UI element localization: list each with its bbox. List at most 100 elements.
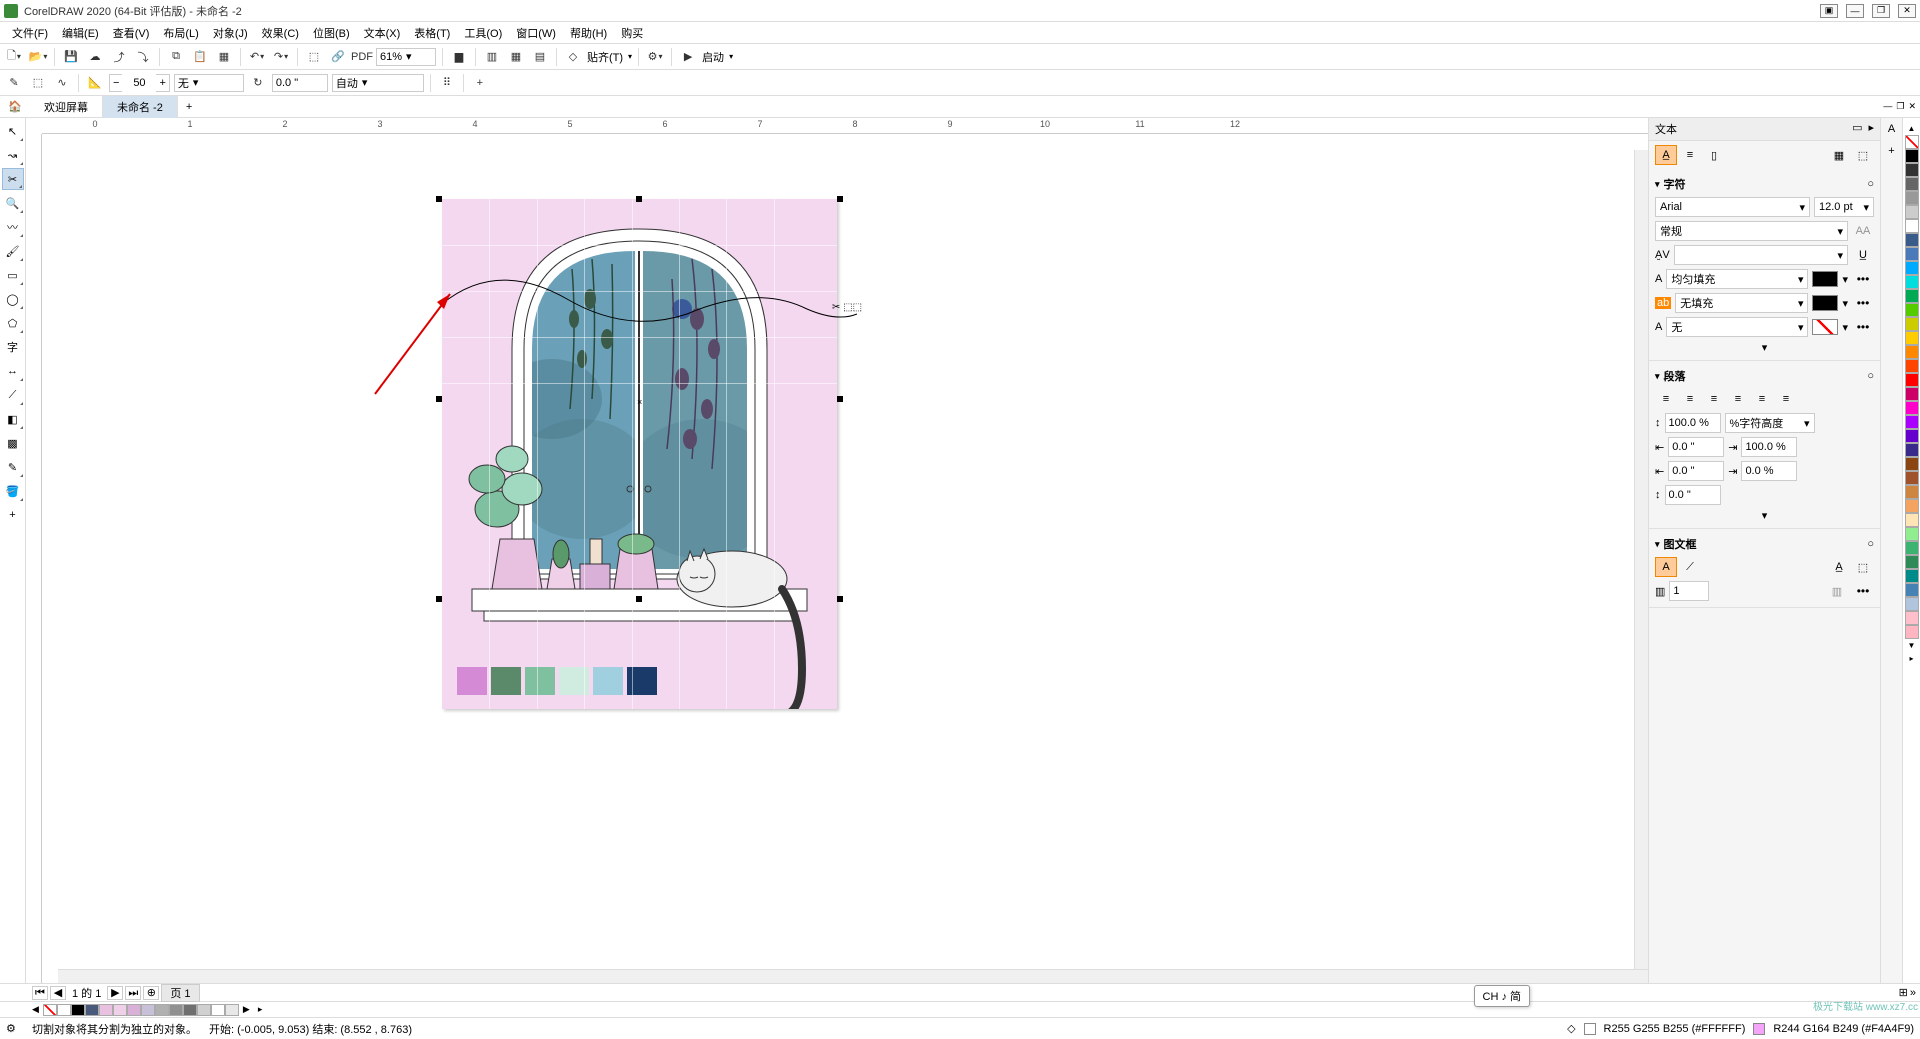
text-tool[interactable]: 字 bbox=[2, 336, 24, 358]
fill-tool[interactable]: 🪣 bbox=[2, 480, 24, 502]
palette-scroll-down[interactable]: ▼ bbox=[1908, 639, 1916, 652]
columns-more-button[interactable]: ••• bbox=[1852, 584, 1874, 598]
ruler-vertical[interactable] bbox=[26, 134, 42, 983]
indent-right-input[interactable] bbox=[1668, 461, 1724, 481]
tabs-max-icon[interactable]: ❐ bbox=[1896, 101, 1904, 112]
page-artwork[interactable] bbox=[442, 199, 837, 709]
nav-last[interactable]: ⏭ bbox=[125, 986, 141, 1000]
fill-color-chip[interactable] bbox=[1812, 271, 1838, 287]
home-icon[interactable]: 🏠 bbox=[0, 100, 30, 113]
doc-pal-left[interactable]: ◀ bbox=[28, 1004, 43, 1015]
color-swatch[interactable] bbox=[1905, 331, 1919, 345]
launch-icon[interactable]: ▶ bbox=[678, 47, 698, 67]
align-center-icon[interactable]: ≡ bbox=[1703, 389, 1725, 409]
outline-more-button[interactable]: ••• bbox=[1852, 320, 1874, 334]
frame-panel-icon[interactable]: ▯ bbox=[1703, 145, 1725, 165]
strip-text-icon[interactable]: A bbox=[1883, 120, 1901, 138]
indent-left-input[interactable] bbox=[1668, 437, 1724, 457]
doc-swatch[interactable] bbox=[225, 1004, 239, 1016]
handle-sw[interactable] bbox=[436, 596, 442, 602]
scrollbar-horizontal[interactable] bbox=[58, 969, 1648, 983]
color-swatch[interactable] bbox=[1905, 415, 1919, 429]
grid-button[interactable]: ▦ bbox=[506, 47, 526, 67]
tabs-close-icon[interactable]: ✕ bbox=[1908, 101, 1916, 112]
color-swatch[interactable] bbox=[1905, 569, 1919, 583]
color-swatch[interactable] bbox=[1905, 499, 1919, 513]
handle-e[interactable] bbox=[837, 396, 843, 402]
doc-swatch[interactable] bbox=[57, 1004, 71, 1016]
redo-button[interactable]: ↷▾ bbox=[271, 47, 291, 67]
color-swatch[interactable] bbox=[1905, 611, 1919, 625]
no-color-swatch[interactable] bbox=[1905, 135, 1919, 149]
doc-pal-menu[interactable]: ▸ bbox=[254, 1004, 267, 1015]
bezier-mode-icon[interactable]: ∿ bbox=[52, 73, 72, 93]
color-swatch[interactable] bbox=[1905, 401, 1919, 415]
zoom-combo[interactable]: 61%▾ bbox=[376, 48, 436, 66]
scrollbar-vertical[interactable] bbox=[1634, 150, 1648, 969]
shape-tool[interactable]: ↝ bbox=[2, 144, 24, 166]
auto-combo[interactable]: 自动▾ bbox=[332, 74, 424, 92]
ime-indicator[interactable]: CH ♪ 简 bbox=[1474, 985, 1531, 1007]
color-swatch[interactable] bbox=[1905, 303, 1919, 317]
frame-fit-icon[interactable]: ⬚ bbox=[1852, 557, 1874, 577]
fill-more-button[interactable]: ••• bbox=[1852, 272, 1874, 286]
docker-opt2-icon[interactable]: ⬚ bbox=[1852, 145, 1874, 165]
handle-ne[interactable] bbox=[837, 196, 843, 202]
doc-swatch[interactable] bbox=[211, 1004, 225, 1016]
doc-no-color[interactable] bbox=[43, 1004, 57, 1016]
bgfill-more-button[interactable]: ••• bbox=[1852, 296, 1874, 310]
color-swatch[interactable] bbox=[1905, 457, 1919, 471]
snap-toggle-button[interactable]: ▤ bbox=[530, 47, 550, 67]
maximize-button[interactable]: ❐ bbox=[1872, 4, 1890, 18]
docker-opt1-icon[interactable]: ▦ bbox=[1828, 145, 1850, 165]
pdf-button[interactable]: PDF bbox=[352, 47, 372, 67]
color-swatch[interactable] bbox=[1905, 387, 1919, 401]
fill-indicator-icon[interactable]: ◇ bbox=[1567, 1022, 1575, 1035]
tab-document[interactable]: 未命名 -2 bbox=[103, 96, 178, 118]
color-swatch[interactable] bbox=[1905, 555, 1919, 569]
color-swatch[interactable] bbox=[1905, 289, 1919, 303]
snap-label[interactable]: 贴齐(T) bbox=[587, 49, 623, 65]
align-none-icon[interactable]: ≡ bbox=[1655, 389, 1677, 409]
nodes-inc[interactable]: + bbox=[156, 77, 168, 89]
outline-combo[interactable]: 无▾ bbox=[1666, 317, 1808, 337]
nodes-dec[interactable]: − bbox=[110, 77, 122, 89]
doc-swatch[interactable] bbox=[169, 1004, 183, 1016]
line-spacing-input[interactable] bbox=[1665, 413, 1721, 433]
color-swatch[interactable] bbox=[1905, 443, 1919, 457]
char-expand-toggle[interactable]: ▾ bbox=[1655, 339, 1874, 356]
dropshadow-tool[interactable]: ◧ bbox=[2, 408, 24, 430]
color-swatch[interactable] bbox=[1905, 513, 1919, 527]
color-swatch[interactable] bbox=[1905, 429, 1919, 443]
fill2-swatch[interactable] bbox=[1753, 1023, 1765, 1035]
handle-s[interactable] bbox=[636, 596, 642, 602]
nav-first[interactable]: ⏮ bbox=[32, 986, 48, 1000]
space-before-input[interactable] bbox=[1665, 485, 1721, 505]
docker-collapse-icon[interactable]: ▸ bbox=[1868, 121, 1874, 137]
menu-help[interactable]: 帮助(H) bbox=[564, 23, 613, 43]
doc-swatch[interactable] bbox=[183, 1004, 197, 1016]
tab-welcome[interactable]: 欢迎屏幕 bbox=[30, 96, 103, 118]
launch-label[interactable]: 启动 bbox=[702, 49, 724, 65]
palette-flyout[interactable]: ▸ bbox=[1909, 652, 1913, 665]
char-section-label[interactable]: 字符 bbox=[1664, 176, 1686, 192]
color-swatch[interactable] bbox=[1905, 149, 1919, 163]
color-swatch[interactable] bbox=[1905, 177, 1919, 191]
outline-color-chip[interactable] bbox=[1812, 319, 1838, 335]
docker-undock-icon[interactable]: ▭ bbox=[1852, 121, 1862, 137]
nav-next[interactable]: ▶ bbox=[107, 986, 123, 1000]
color-swatch[interactable] bbox=[1905, 247, 1919, 261]
color-swatch[interactable] bbox=[1905, 191, 1919, 205]
eyedropper-tool[interactable]: ✎ bbox=[2, 456, 24, 478]
artistic-tool[interactable]: 🖌 bbox=[2, 240, 24, 262]
rectangle-tool[interactable]: ▭ bbox=[2, 264, 24, 286]
doc-pal-right[interactable]: ▶ bbox=[239, 1004, 254, 1015]
snap-dlg-button[interactable]: ◇ bbox=[563, 47, 583, 67]
doc-swatch[interactable] bbox=[197, 1004, 211, 1016]
color-swatch[interactable] bbox=[1905, 359, 1919, 373]
preset-combo[interactable]: 无▾ bbox=[174, 74, 244, 92]
handle-n[interactable] bbox=[636, 196, 642, 202]
search-button[interactable]: ⬚ bbox=[304, 47, 324, 67]
char-height-combo[interactable]: %字符高度▾ bbox=[1725, 413, 1815, 433]
frame-mode1-icon[interactable]: A bbox=[1655, 557, 1677, 577]
